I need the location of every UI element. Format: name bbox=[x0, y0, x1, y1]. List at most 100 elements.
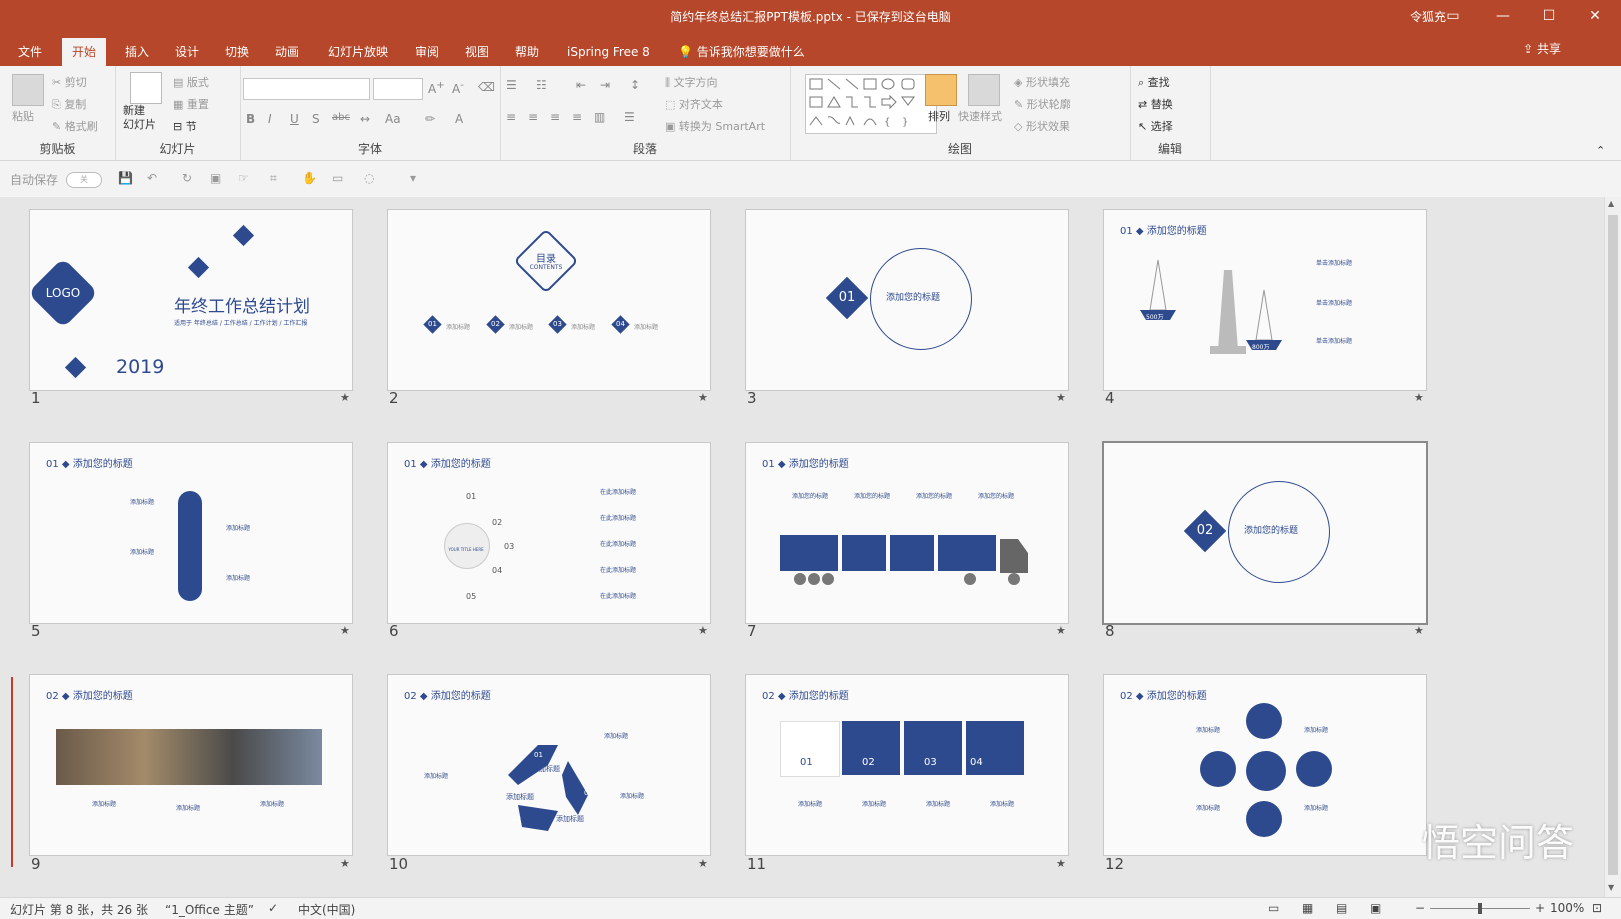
transition-star-icon[interactable]: ★ bbox=[1414, 624, 1424, 637]
slide-thumbnail-5[interactable]: 01 ◆ 添加您的标题 添加标题 添加标题 添加标题 添加标题 bbox=[29, 442, 353, 624]
vertical-scrollbar[interactable]: ▲ ▼ bbox=[1604, 197, 1621, 897]
present-icon[interactable]: ▣ bbox=[210, 171, 221, 185]
tab-review[interactable]: 审阅 bbox=[405, 38, 449, 66]
close-icon[interactable]: ✕ bbox=[1572, 0, 1618, 34]
shadow-icon[interactable]: S bbox=[312, 112, 320, 126]
tab-transitions[interactable]: 切换 bbox=[215, 38, 259, 66]
share-button[interactable]: ⇪ 共享 bbox=[1523, 40, 1561, 57]
new-slide-button[interactable]: 新建 幻灯片 bbox=[123, 104, 156, 132]
decrease-indent-icon[interactable]: ⇤ bbox=[576, 78, 586, 92]
quick-styles-button[interactable]: 快速样式 bbox=[958, 108, 1002, 124]
slide-thumbnail-6[interactable]: 01 ◆ 添加您的标题 YOUR TITLE HERE 01 02 03 04 … bbox=[387, 442, 711, 624]
zoom-knob[interactable] bbox=[1478, 903, 1482, 914]
shape-icon[interactable]: ▭ bbox=[332, 171, 343, 185]
effects-qat-icon[interactable]: ◌ bbox=[364, 171, 374, 185]
reset-button[interactable]: ▦ 重置 bbox=[173, 96, 209, 112]
find-button[interactable]: ⌕ 查找 bbox=[1138, 74, 1170, 90]
arrange-icon[interactable] bbox=[925, 74, 957, 106]
shape-effects-button[interactable]: ◇ 形状效果 bbox=[1014, 118, 1070, 134]
slide-thumbnail-9[interactable]: 02 ◆ 添加您的标题 添加标题 添加标题 添加标题 bbox=[29, 674, 353, 856]
language[interactable]: 中文(中国) bbox=[298, 901, 355, 918]
arrange-button[interactable]: 排列 bbox=[928, 108, 950, 124]
tab-file[interactable]: 文件 bbox=[8, 38, 52, 66]
replace-button[interactable]: ⇄ 替换 bbox=[1138, 96, 1173, 112]
tab-design[interactable]: 设计 bbox=[165, 38, 209, 66]
slide-thumbnail-11[interactable]: 02 ◆ 添加您的标题 01 02 03 04 添加标题 添加标题 添加标题 添… bbox=[745, 674, 1069, 856]
transition-star-icon[interactable]: ★ bbox=[340, 624, 350, 637]
font-size-combo[interactable] bbox=[373, 78, 423, 100]
transition-star-icon[interactable]: ★ bbox=[340, 391, 350, 404]
maximize-icon[interactable]: ☐ bbox=[1526, 0, 1572, 34]
scroll-thumb[interactable] bbox=[1608, 215, 1618, 875]
touch-mode-icon[interactable]: ☞ bbox=[238, 171, 249, 185]
bullets-icon[interactable]: ☰ bbox=[506, 78, 517, 92]
shape-outline-button[interactable]: ✎ 形状轮廓 bbox=[1014, 96, 1071, 112]
slideshow-icon[interactable]: ▣ bbox=[1370, 901, 1381, 915]
tab-insert[interactable]: 插入 bbox=[115, 38, 159, 66]
clear-format-icon[interactable]: ⌫ bbox=[478, 80, 495, 94]
transition-star-icon[interactable]: ★ bbox=[698, 857, 708, 870]
slide-thumbnail-10[interactable]: 02 ◆ 添加您的标题 01 02 03 添加标题 添加标题 添加标题 添加标题… bbox=[387, 674, 711, 856]
numbering-icon[interactable]: ☷ bbox=[536, 78, 547, 92]
align-right-icon[interactable]: ≡ bbox=[550, 110, 560, 124]
line-spacing-icon[interactable]: ↕ bbox=[630, 78, 640, 92]
italic-icon[interactable]: I bbox=[268, 112, 272, 126]
tab-animations[interactable]: 动画 bbox=[265, 38, 309, 66]
zoom-out-icon[interactable]: − bbox=[1415, 901, 1425, 915]
tab-slideshow[interactable]: 幻灯片放映 bbox=[318, 38, 398, 66]
shapes-gallery[interactable]: {} bbox=[805, 74, 937, 134]
redo-icon[interactable]: ↻ bbox=[182, 171, 192, 185]
slide-thumbnail-3[interactable]: 01 添加您的标题 bbox=[745, 209, 1069, 391]
paste-button[interactable]: 粘贴 bbox=[12, 108, 34, 124]
tab-home[interactable]: 开始 bbox=[62, 38, 107, 66]
grow-font-icon[interactable]: A+ bbox=[428, 80, 445, 96]
save-icon[interactable]: 💾 bbox=[118, 171, 133, 185]
shrink-font-icon[interactable]: A- bbox=[452, 80, 464, 96]
scroll-down-icon[interactable]: ▼ bbox=[1608, 883, 1614, 892]
smartart-button[interactable]: ▣ 转换为 SmartArt bbox=[665, 118, 765, 134]
minimize-icon[interactable]: — bbox=[1480, 0, 1526, 34]
crop-icon[interactable]: ⌗ bbox=[270, 171, 277, 186]
align-left-icon[interactable]: ≡ bbox=[506, 110, 516, 124]
slide-thumbnail-7[interactable]: 01 ◆ 添加您的标题 添加您的标题 添加您的标题 添加您的标题 添加您的标题 bbox=[745, 442, 1069, 624]
transition-star-icon[interactable]: ★ bbox=[698, 624, 708, 637]
section-button[interactable]: ⊟ 节 bbox=[173, 118, 197, 134]
autosave-toggle[interactable]: 关 bbox=[66, 172, 102, 188]
format-painter-button[interactable]: ✎ 格式刷 bbox=[52, 118, 98, 134]
justify-icon[interactable]: ≡ bbox=[572, 110, 582, 124]
columns-icon[interactable]: ▥ bbox=[594, 110, 605, 124]
bold-icon[interactable]: B bbox=[246, 112, 255, 126]
transition-star-icon[interactable]: ★ bbox=[1056, 857, 1066, 870]
slide-thumbnail-12[interactable]: 02 ◆ 添加您的标题 添加标题 添加标题 添加标题 添加标题 bbox=[1103, 674, 1427, 856]
text-direction-button[interactable]: ⫼ 文字方向 bbox=[665, 74, 718, 90]
new-slide-icon[interactable] bbox=[130, 72, 162, 104]
zoom-in-icon[interactable]: + bbox=[1535, 901, 1545, 915]
copy-button[interactable]: ⎘ 复制 bbox=[52, 96, 86, 112]
strikethrough-icon[interactable]: abc bbox=[332, 112, 350, 123]
tell-me-box[interactable]: 💡 告诉我你想要做什么 bbox=[668, 38, 815, 66]
slide-thumbnail-1[interactable]: LOGO 年终工作总结计划 适用于 年终总结 / 工作总结 / 工作计划 / 工… bbox=[29, 209, 353, 391]
layout-button[interactable]: ▤ 版式 bbox=[173, 74, 209, 90]
slide-thumbnail-4[interactable]: 01 ◆ 添加您的标题 500万 800万 单击添加标题 单击添加标题 单击添加… bbox=[1103, 209, 1427, 391]
zoom-level[interactable]: 100% bbox=[1550, 901, 1584, 915]
transition-star-icon[interactable]: ★ bbox=[340, 857, 350, 870]
slide-thumbnail-8[interactable]: 02 添加您的标题 bbox=[1102, 441, 1428, 625]
increase-indent-icon[interactable]: ⇥ bbox=[600, 78, 610, 92]
align-center-icon[interactable]: ≡ bbox=[528, 110, 538, 124]
slide-sorter-icon[interactable]: ▦ bbox=[1302, 901, 1313, 915]
highlight-icon[interactable]: ✏ bbox=[425, 112, 435, 126]
transition-star-icon[interactable]: ★ bbox=[1414, 391, 1424, 404]
scroll-up-icon[interactable]: ▲ bbox=[1608, 199, 1614, 208]
undo-icon[interactable]: ↶ bbox=[147, 171, 157, 185]
font-name-combo[interactable] bbox=[243, 78, 370, 100]
fit-window-icon[interactable]: ⊡ bbox=[1592, 901, 1602, 915]
collapse-ribbon-icon[interactable]: ⌃ bbox=[1596, 144, 1605, 157]
change-case-button[interactable]: Aa bbox=[385, 112, 401, 126]
reading-view-icon[interactable]: ▤ bbox=[1336, 901, 1347, 915]
tab-view[interactable]: 视图 bbox=[455, 38, 499, 66]
underline-icon[interactable]: U bbox=[290, 112, 299, 126]
spacing-icon[interactable]: ↔ bbox=[360, 112, 370, 126]
paste-icon[interactable] bbox=[12, 74, 44, 106]
transition-star-icon[interactable]: ★ bbox=[1056, 624, 1066, 637]
distributed-icon[interactable]: ☰ bbox=[624, 110, 635, 124]
